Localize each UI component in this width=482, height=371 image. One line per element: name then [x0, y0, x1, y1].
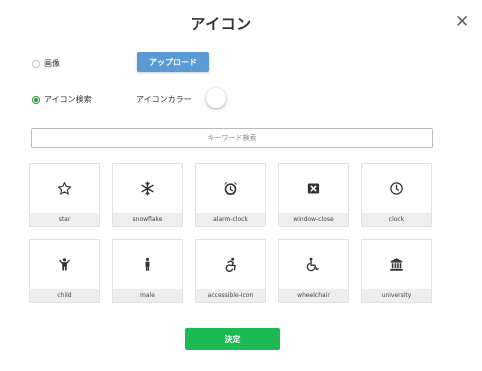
icon-tile-label: accessible-icon — [196, 289, 265, 302]
icon-tile-label: clock — [362, 213, 431, 226]
icon-tile-label: alarm-clock — [196, 213, 265, 226]
image-radio-label: 画像 — [44, 59, 60, 68]
icon-tile-star[interactable]: star — [29, 163, 100, 227]
university-icon — [390, 258, 403, 271]
clock-icon — [390, 182, 403, 195]
icon-tile-window-close[interactable]: window-close — [278, 163, 349, 227]
icon-color-label: アイコンカラー — [136, 95, 192, 104]
icon-tile-label: male — [113, 289, 182, 302]
star-icon — [57, 182, 72, 195]
icon-tile-label: star — [30, 213, 99, 226]
icon-search-radio[interactable] — [32, 95, 40, 104]
icon-tile-university[interactable]: university — [361, 239, 432, 303]
icon-grid: star snowflake alarm-clock window-close … — [29, 163, 432, 303]
icon-tile-label: window-close — [279, 213, 348, 226]
icon-tile-label: university — [362, 289, 431, 302]
icon-tile-accessible-icon[interactable]: accessible-icon — [195, 239, 266, 303]
icon-tile-male[interactable]: male — [112, 239, 183, 303]
icon-tile-label: child — [30, 289, 99, 302]
dialog-title: アイコン — [190, 15, 252, 33]
close-icon[interactable]: ✕ — [455, 10, 469, 34]
window-close-icon — [307, 183, 320, 194]
alarm-clock-icon — [224, 182, 237, 195]
image-radio-option[interactable]: 画像 — [32, 58, 60, 69]
icon-tile-clock[interactable]: clock — [361, 163, 432, 227]
icon-tile-label: snowflake — [113, 213, 182, 226]
image-radio[interactable] — [32, 59, 40, 68]
icon-color-picker[interactable] — [206, 88, 226, 108]
icon-tile-label: wheelchair — [279, 289, 348, 302]
male-icon — [145, 257, 150, 271]
icon-tile-wheelchair[interactable]: wheelchair — [278, 239, 349, 303]
upload-button[interactable]: アップロード — [137, 52, 209, 72]
confirm-button[interactable]: 決定 — [185, 328, 280, 350]
icon-search-radio-label: アイコン検索 — [44, 95, 92, 104]
child-icon — [59, 258, 70, 271]
icon-tile-alarm-clock[interactable]: alarm-clock — [195, 163, 266, 227]
snowflake-icon — [141, 181, 154, 196]
keyword-search-input[interactable] — [31, 128, 433, 148]
icon-search-radio-option[interactable]: アイコン検索 — [32, 94, 92, 105]
wheelchair-icon — [306, 257, 319, 272]
icon-tile-child[interactable]: child — [29, 239, 100, 303]
icon-tile-snowflake[interactable]: snowflake — [112, 163, 183, 227]
accessible-icon — [225, 257, 236, 272]
